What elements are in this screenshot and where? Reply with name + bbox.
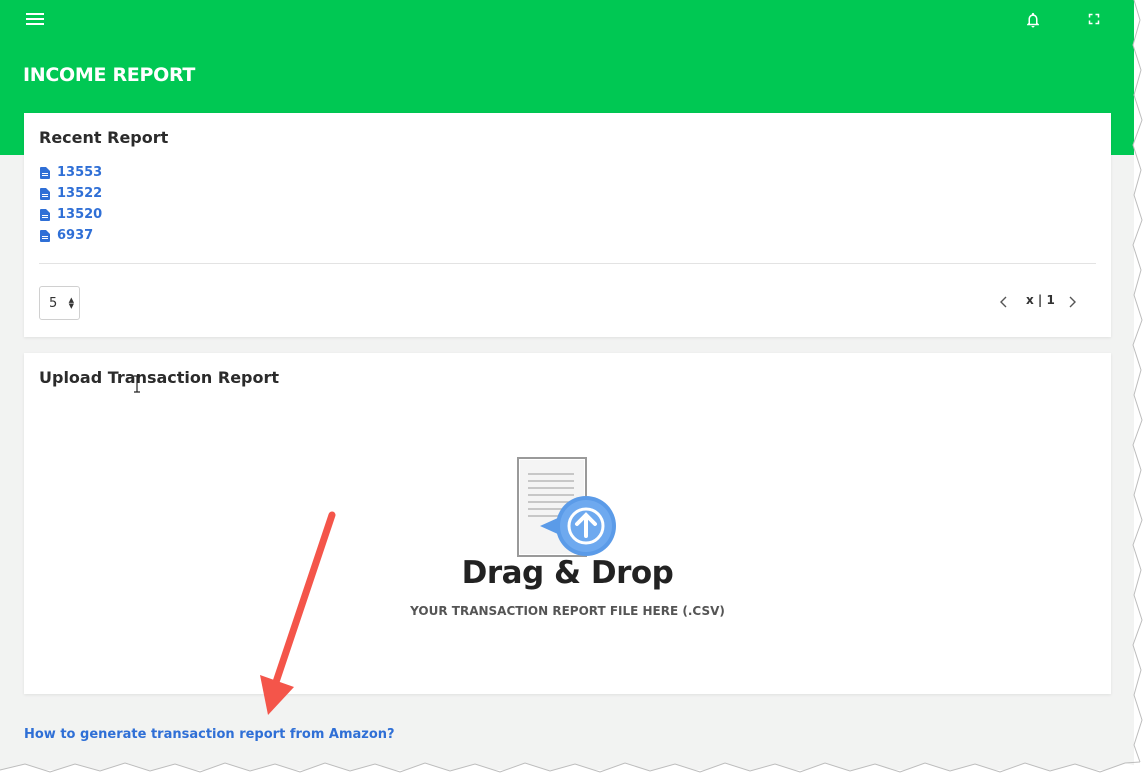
annotation-arrow-icon <box>260 511 336 715</box>
report-link[interactable]: 13553 <box>57 165 102 180</box>
report-link[interactable]: 6937 <box>57 228 93 243</box>
upload-document-icon <box>517 457 616 557</box>
pagination-indicator: x | 1 <box>1026 293 1055 307</box>
page-title: INCOME REPORT <box>23 64 196 86</box>
recent-report-card: Recent Report 13553 13522 13520 6937 5 ▲… <box>24 113 1111 337</box>
select-arrows-icon: ▲ ▼ <box>68 296 74 310</box>
report-list: 13553 13522 13520 6937 <box>40 162 102 246</box>
page-size-select[interactable]: 5 ▲ ▼ <box>39 286 80 320</box>
drop-zone-title: Drag & Drop <box>461 555 674 591</box>
report-link[interactable]: 13520 <box>57 207 102 222</box>
fullscreen-icon[interactable] <box>1085 10 1103 28</box>
report-list-item[interactable]: 13522 <box>40 183 102 204</box>
document-icon <box>40 166 50 179</box>
text-cursor-icon <box>134 375 140 393</box>
report-list-item[interactable]: 13553 <box>40 162 102 183</box>
upload-report-card: Upload Transaction Report Drag & Drop YO… <box>24 353 1111 694</box>
page: INCOME REPORT Recent Report 13553 13522 … <box>0 0 1134 770</box>
report-link[interactable]: 13522 <box>57 186 102 201</box>
document-icon <box>40 229 50 242</box>
drop-zone-subtitle: YOUR TRANSACTION REPORT FILE HERE (.CSV) <box>410 604 725 618</box>
divider <box>39 263 1096 264</box>
help-link[interactable]: How to generate transaction report from … <box>24 727 395 742</box>
recent-report-title: Recent Report <box>39 128 169 147</box>
drop-zone[interactable]: Drag & Drop YOUR TRANSACTION REPORT FILE… <box>24 413 1111 693</box>
chevron-left-icon[interactable] <box>997 293 1011 311</box>
chevron-right-icon[interactable] <box>1065 293 1079 311</box>
upload-report-title: Upload Transaction Report <box>39 368 280 387</box>
document-icon <box>40 208 50 221</box>
report-list-item[interactable]: 13520 <box>40 204 102 225</box>
report-list-item[interactable]: 6937 <box>40 225 102 246</box>
bell-icon[interactable] <box>1024 10 1042 30</box>
document-icon <box>40 187 50 200</box>
page-size-value: 5 <box>49 295 58 311</box>
hamburger-menu-icon[interactable] <box>26 13 44 27</box>
